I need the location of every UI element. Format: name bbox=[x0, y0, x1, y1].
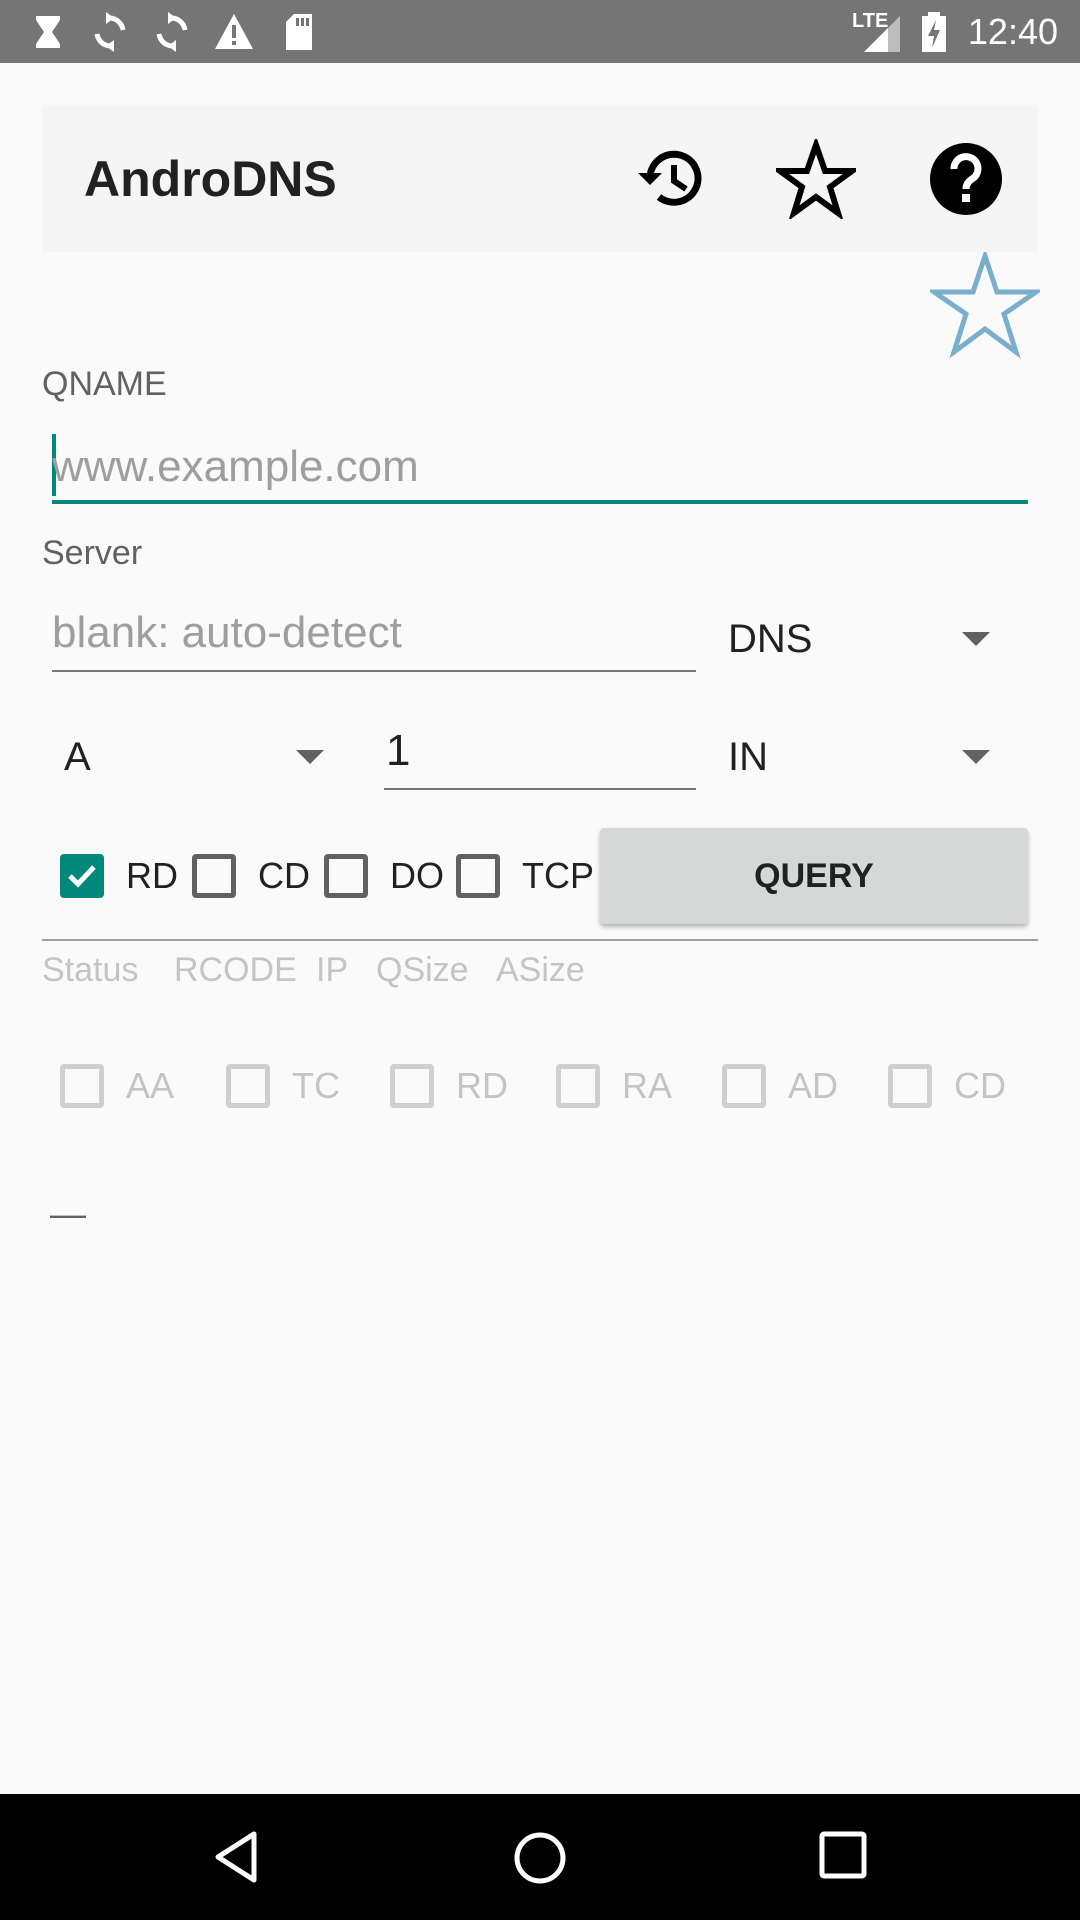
flag-label: AA bbox=[126, 1065, 175, 1106]
result-status: Status bbox=[42, 951, 139, 989]
results-divider bbox=[42, 939, 1038, 941]
recents-icon[interactable] bbox=[818, 1830, 868, 1880]
chevron-down-icon bbox=[962, 750, 990, 764]
home-icon[interactable] bbox=[512, 1830, 568, 1886]
record-class-spinner[interactable]: IN bbox=[720, 726, 1020, 790]
count-value: 1 bbox=[386, 726, 411, 775]
server-placeholder: blank: auto-detect bbox=[52, 608, 402, 657]
flag-label: AD bbox=[788, 1065, 839, 1106]
clock: 12:40 bbox=[967, 11, 1058, 52]
response-flag-rd: RD bbox=[390, 1064, 510, 1108]
qname-label: QNAME bbox=[42, 365, 167, 403]
flag-rd-checkbox[interactable]: RD bbox=[60, 854, 178, 898]
sync-icon bbox=[156, 12, 188, 52]
checkbox-box bbox=[60, 854, 104, 898]
checkbox-box bbox=[556, 1064, 600, 1108]
checkbox-box bbox=[226, 1064, 270, 1108]
result-qsize: QSize bbox=[376, 951, 469, 989]
battery-charging-icon bbox=[922, 12, 946, 52]
back-icon[interactable] bbox=[210, 1830, 264, 1884]
query-button[interactable]: QUERY bbox=[600, 828, 1028, 924]
response-flag-ad: AD bbox=[722, 1064, 842, 1108]
check-icon bbox=[68, 865, 96, 888]
help-icon[interactable] bbox=[926, 139, 1006, 219]
qname-placeholder: www.example.com bbox=[52, 442, 419, 491]
flag-label: DO bbox=[390, 855, 444, 896]
checkbox-box bbox=[722, 1064, 766, 1108]
flag-cd-checkbox[interactable]: CD bbox=[192, 854, 310, 898]
qname-underline bbox=[52, 500, 1028, 504]
result-asize: ASize bbox=[496, 951, 585, 989]
record-type-spinner[interactable]: A bbox=[52, 726, 342, 790]
count-input[interactable]: 1 bbox=[384, 722, 696, 792]
flag-label: TCP bbox=[522, 855, 594, 896]
server-underline bbox=[52, 670, 696, 672]
qname-input[interactable]: www.example.com bbox=[52, 432, 1028, 506]
result-ip: IP bbox=[316, 951, 349, 989]
history-icon[interactable] bbox=[628, 139, 708, 219]
sd-card-icon bbox=[286, 14, 312, 50]
favorite-star-icon[interactable] bbox=[930, 252, 1040, 360]
signal-icon bbox=[864, 16, 900, 52]
flag-do-checkbox[interactable]: DO bbox=[324, 854, 444, 898]
result-body: — bbox=[50, 1193, 86, 1234]
star-icon[interactable] bbox=[776, 139, 856, 219]
app-bar: AndroDNS bbox=[42, 105, 1038, 252]
chevron-down-icon bbox=[962, 632, 990, 646]
status-bar: LTE 12:40 bbox=[0, 0, 1080, 63]
checkbox-box bbox=[456, 854, 500, 898]
flag-label: RA bbox=[622, 1065, 673, 1106]
response-flag-tc: TC bbox=[226, 1064, 346, 1108]
flag-label: RD bbox=[456, 1065, 508, 1106]
sync-icon bbox=[94, 12, 126, 52]
protocol-value: DNS bbox=[728, 617, 813, 661]
response-flag-ra: RA bbox=[556, 1064, 676, 1108]
result-rcode: RCODE bbox=[174, 951, 297, 989]
app-title: AndroDNS bbox=[84, 151, 337, 207]
count-underline bbox=[384, 788, 696, 790]
chevron-down-icon bbox=[296, 750, 324, 764]
navigation-bar bbox=[0, 1794, 1080, 1920]
response-flag-cd: CD bbox=[888, 1064, 1008, 1108]
record-type-value: A bbox=[64, 735, 91, 779]
checkbox-box bbox=[60, 1064, 104, 1108]
response-flag-aa: AA bbox=[60, 1064, 180, 1108]
checkbox-box bbox=[324, 854, 368, 898]
flag-label: CD bbox=[258, 855, 310, 896]
checkbox-box bbox=[192, 854, 236, 898]
flag-label: TC bbox=[292, 1065, 340, 1106]
flag-tcp-checkbox[interactable]: TCP bbox=[456, 854, 594, 898]
hourglass-icon bbox=[36, 16, 60, 48]
record-class-value: IN bbox=[728, 735, 768, 779]
protocol-spinner[interactable]: DNS bbox=[720, 606, 1020, 670]
checkbox-box bbox=[888, 1064, 932, 1108]
warning-icon bbox=[215, 14, 253, 49]
checkbox-box bbox=[390, 1064, 434, 1108]
server-input[interactable]: blank: auto-detect bbox=[52, 606, 696, 676]
flag-label: RD bbox=[126, 855, 178, 896]
flag-label: CD bbox=[954, 1065, 1006, 1106]
server-label: Server bbox=[42, 534, 143, 572]
